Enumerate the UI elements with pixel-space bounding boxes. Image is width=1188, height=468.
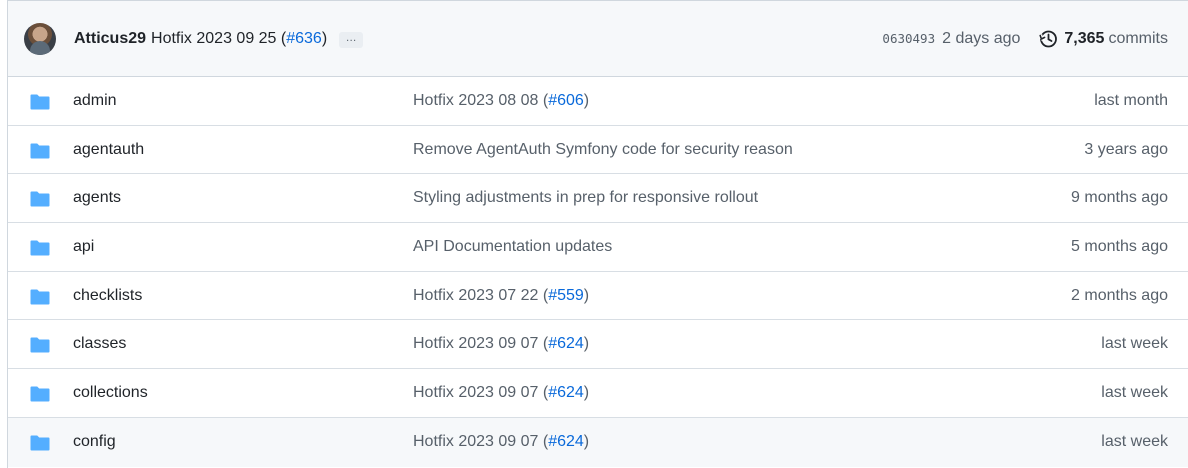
file-commit-text[interactable]: Hotfix 2023 07 22 ( [413, 287, 548, 304]
commit-message-end: ) [321, 29, 328, 47]
file-commit-link[interactable]: #624 [548, 433, 584, 450]
file-commit-message[interactable]: Hotfix 2023 07 22 (#559) [413, 287, 589, 305]
file-commit-time: 9 months ago [1071, 189, 1168, 207]
file-commit-time: 2 months ago [1071, 286, 1168, 304]
history-icon[interactable] [1038, 29, 1058, 49]
folder-icon [30, 240, 50, 256]
file-row[interactable]: checklists Hotfix 2023 07 22 (#559) 2 mo… [8, 272, 1188, 321]
folder-icon [30, 94, 50, 110]
file-commit-time: last week [1101, 335, 1168, 353]
folder-icon [30, 191, 50, 207]
file-row[interactable]: collections Hotfix 2023 09 07 (#624) las… [8, 369, 1188, 418]
file-commit-link[interactable]: #606 [548, 92, 584, 109]
file-commit-time: 3 years ago [1084, 140, 1168, 158]
file-commit-end: ) [583, 383, 590, 401]
commit-pr-link[interactable]: #636 [286, 30, 322, 47]
file-commit-end: ) [583, 433, 590, 451]
commits-label[interactable]: commits [1108, 30, 1168, 48]
file-browser: Atticus29 Hotfix 2023 09 25 (#636) … 063… [7, 0, 1188, 468]
file-commit-text[interactable]: Hotfix 2023 09 07 ( [413, 384, 548, 401]
file-row[interactable]: agents Styling adjustments in prep for r… [8, 174, 1188, 224]
folder-icon [30, 289, 50, 305]
file-commit-message[interactable]: Hotfix 2023 08 08 (#606) [413, 92, 589, 110]
folder-icon [30, 337, 50, 353]
file-name[interactable]: checklists [73, 287, 142, 305]
commit-time: 2 days ago [942, 29, 1021, 47]
file-name[interactable]: classes [73, 335, 126, 353]
file-commit-text[interactable]: Styling adjustments in prep for responsi… [413, 189, 758, 206]
file-row[interactable]: classes Hotfix 2023 09 07 (#624) last we… [8, 320, 1188, 370]
file-name[interactable]: api [73, 238, 94, 256]
file-commit-time: last week [1101, 433, 1168, 451]
commit-message-text[interactable]: Hotfix 2023 09 25 ( [151, 30, 286, 47]
file-row[interactable]: config Hotfix 2023 09 07 (#624) last wee… [8, 417, 1188, 467]
folder-icon [30, 435, 50, 451]
file-commit-text[interactable]: Hotfix 2023 09 07 ( [413, 335, 548, 352]
file-row[interactable]: admin Hotfix 2023 08 08 (#606) last mont… [8, 77, 1188, 126]
file-commit-end: ) [583, 335, 590, 353]
file-commit-text[interactable]: API Documentation updates [413, 238, 612, 255]
file-name[interactable]: collections [73, 384, 148, 402]
file-commit-end: ) [583, 286, 590, 304]
file-commit-link[interactable]: #559 [548, 287, 584, 304]
file-name[interactable]: config [73, 433, 116, 451]
file-commit-link[interactable]: #624 [548, 335, 584, 352]
latest-commit-header: Atticus29 Hotfix 2023 09 25 (#636) … 063… [8, 0, 1188, 77]
file-row[interactable]: agentauth Remove AgentAuth Symfony code … [8, 126, 1188, 175]
file-commit-text[interactable]: Remove AgentAuth Symfony code for securi… [413, 141, 793, 158]
file-commit-time: last week [1101, 383, 1168, 401]
file-commit-message[interactable]: API Documentation updates [413, 238, 612, 256]
file-name[interactable]: admin [73, 92, 117, 110]
folder-icon [30, 386, 50, 402]
file-commit-message[interactable]: Hotfix 2023 09 07 (#624) [413, 335, 589, 353]
folder-icon [30, 143, 50, 159]
file-list: admin Hotfix 2023 08 08 (#606) last mont… [8, 77, 1188, 467]
file-commit-text[interactable]: Hotfix 2023 09 07 ( [413, 433, 548, 450]
file-commit-time: last month [1094, 91, 1168, 109]
file-commit-message[interactable]: Hotfix 2023 09 07 (#624) [413, 384, 589, 402]
author-avatar[interactable] [24, 22, 56, 55]
file-name[interactable]: agentauth [73, 141, 144, 159]
commit-meta: 0630493 2 days ago 7,365 commits [882, 29, 1168, 49]
file-commit-end: ) [583, 91, 590, 109]
file-commit-link[interactable]: #624 [548, 384, 584, 401]
file-row[interactable]: api API Documentation updates 5 months a… [8, 223, 1188, 272]
commit-count[interactable]: 7,365 [1064, 30, 1104, 48]
file-commit-message[interactable]: Hotfix 2023 09 07 (#624) [413, 433, 589, 451]
commit-sha[interactable]: 0630493 [882, 31, 935, 46]
file-commit-time: 5 months ago [1071, 237, 1168, 255]
commit-author[interactable]: Atticus29 [74, 30, 146, 48]
commit-message[interactable]: Hotfix 2023 09 25 (#636) [151, 30, 327, 48]
file-commit-text[interactable]: Hotfix 2023 08 08 ( [413, 92, 548, 109]
file-commit-message[interactable]: Styling adjustments in prep for responsi… [413, 189, 758, 207]
file-commit-message[interactable]: Remove AgentAuth Symfony code for securi… [413, 141, 793, 159]
file-name[interactable]: agents [73, 189, 121, 207]
expand-commit-button[interactable]: … [339, 31, 364, 48]
